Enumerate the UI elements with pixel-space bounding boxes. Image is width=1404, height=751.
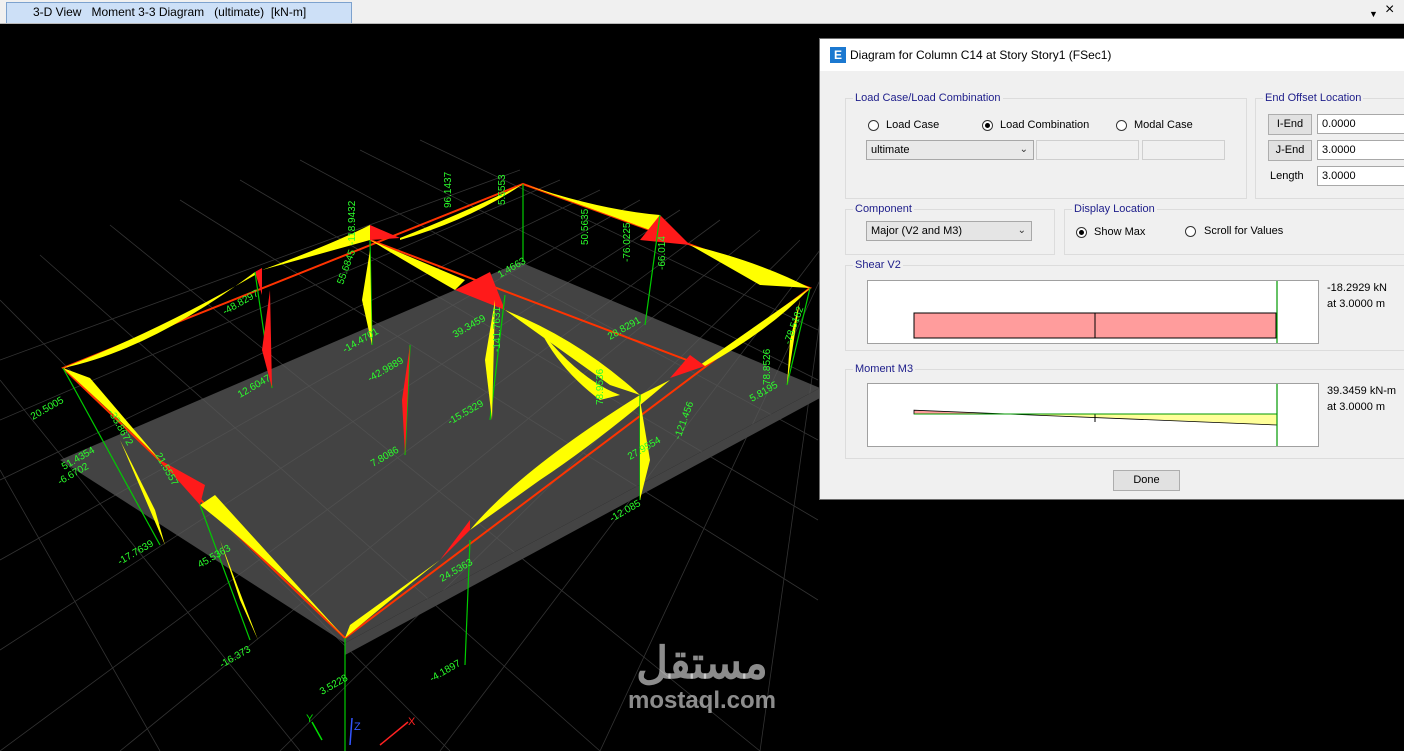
radio-modal-case-label: Modal Case [1134,119,1193,131]
watermark: مستقل mostaql.com [612,640,792,714]
shear-value: -18.2929 kN [1327,282,1387,294]
moment-location: at 3.0000 m [1327,401,1386,413]
watermark-latin: mostaql.com [627,687,777,714]
member-label: -118.9432 [347,200,358,245]
moment-group-title: Moment M3 [853,363,916,376]
chevron-down-icon: ⌄ [1019,144,1028,155]
radio-scroll-values[interactable] [1185,226,1196,237]
load-extra-field-1 [1036,140,1139,160]
column-diagram-dialog: E Diagram for Column C14 at Story Story1… [819,38,1404,500]
done-button[interactable]: Done [1113,470,1180,491]
radio-load-combination[interactable] [982,120,993,131]
member-label: -4.1897 [428,658,463,685]
member-label: 5.5553 [497,174,508,205]
member-label: -141.7631 [492,307,503,352]
member-label: -78.5182 [782,305,806,346]
view-tab[interactable]: 3-D View Moment 3-3 Diagram (ultimate) [… [6,2,352,23]
member-label: 96.1437 [443,171,454,208]
load-case-group-title: Load Case/Load Combination [853,92,1003,105]
component-select[interactable]: Major (V2 and M3) ⌄ [866,221,1032,241]
dialog-title-bar[interactable]: E Diagram for Column C14 at Story Story1… [820,39,1404,71]
shear-plot [867,280,1319,344]
load-combination-select[interactable]: ultimate ⌄ [866,140,1034,160]
chevron-down-icon: ⌄ [1017,225,1026,236]
display-location-group: Display Location Show Max Scroll for Val… [1064,203,1404,255]
moment-chart [913,384,1278,446]
close-icon[interactable]: × [1385,2,1394,18]
moment-negative-area [913,409,1008,415]
component-group-title: Component [853,203,914,216]
member-label: -66.014 [657,236,668,270]
length-label: Length [1270,170,1304,182]
moment-group: Moment M3 39.3459 kN-m at 3.0000 m [845,363,1404,459]
shear-group-title: Shear V2 [853,259,903,272]
j-end-field[interactable]: 3.0000 [1317,140,1404,160]
shear-group: Shear V2 -18.2929 kN at 3.0000 m [845,259,1404,351]
i-end-field[interactable]: 0.0000 [1317,114,1404,134]
end-offset-group-title: End Offset Location [1263,92,1364,105]
watermark-arabic: مستقل [636,639,768,688]
component-group: Component Major (V2 and M3) ⌄ [845,203,1055,255]
moment-positive-area [1007,413,1278,426]
load-combination-value: ultimate [871,144,910,156]
member-label: 78.9536 [595,368,606,405]
length-field[interactable]: 3.0000 [1317,166,1404,186]
radio-modal-case[interactable] [1116,120,1127,131]
radio-show-max-label: Show Max [1094,226,1146,238]
component-value: Major (V2 and M3) [871,225,963,237]
tab-dropdown-icon[interactable]: ▼ [1369,6,1378,22]
display-location-group-title: Display Location [1072,203,1157,216]
member-label: 20.5005 [29,395,66,423]
member-label: -16.373 [218,644,253,671]
member-label: 78.8526 [762,348,773,385]
shear-location: at 3.0000 m [1327,298,1386,310]
radio-load-combination-label: Load Combination [1000,119,1090,131]
view-tab-bar: 3-D View Moment 3-3 Diagram (ultimate) [… [0,0,1404,24]
shear-chart [913,281,1278,343]
axis-z-label: Z [354,721,361,733]
moment-value: 39.3459 kN-m [1327,385,1397,397]
moment-plot [867,383,1319,447]
axis-triad: Y Z X [306,713,416,746]
load-case-group: Load Case/Load Combination Load Case Loa… [845,92,1247,199]
app-icon: E [830,47,846,63]
radio-load-case-label: Load Case [886,119,940,131]
radio-scroll-values-label: Scroll for Values [1204,225,1284,237]
load-extra-field-2 [1142,140,1225,160]
axis-x-label: X [408,716,416,728]
i-end-button[interactable]: I-End [1268,114,1312,135]
radio-load-case[interactable] [868,120,879,131]
member-label: 50.5635 [580,208,591,245]
end-offset-group: End Offset Location I-End 0.0000 J-End 3… [1255,92,1404,199]
member-label: -76.0225 [622,222,633,262]
dialog-title: Diagram for Column C14 at Story Story1 (… [850,48,1112,62]
axis-y-label: Y [306,713,314,725]
j-end-button[interactable]: J-End [1268,140,1312,161]
member-label: 55.6845 [335,248,358,286]
radio-show-max[interactable] [1076,227,1087,238]
